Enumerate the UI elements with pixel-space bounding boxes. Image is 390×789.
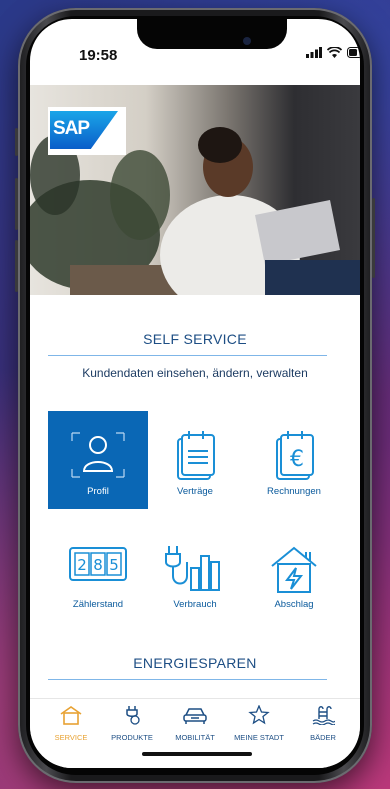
tab-label: BÄDER xyxy=(310,733,336,742)
volume-down-button xyxy=(15,240,18,292)
pool-icon xyxy=(312,706,336,726)
tab-label: MOBILITÄT xyxy=(175,733,215,742)
svg-text:8: 8 xyxy=(93,556,103,574)
tab-baeder[interactable]: BÄDER xyxy=(292,705,354,742)
signal-icon xyxy=(306,47,322,58)
hero-image: SAP xyxy=(30,85,360,295)
tile-label: Profil xyxy=(87,486,109,497)
volume-up-button xyxy=(15,178,18,230)
meter-counter-icon: 2 8 5 xyxy=(69,547,127,581)
divider xyxy=(48,355,327,356)
tile-label: Abschlag xyxy=(274,599,314,610)
app-screen: 19:58 SAP SELF SERVICE Kundendaten einse… xyxy=(30,19,360,768)
power-button xyxy=(372,198,375,278)
status-time: 19:58 xyxy=(79,47,118,64)
tile-verbrauch[interactable]: Verbrauch xyxy=(145,524,245,622)
camera xyxy=(243,37,251,45)
svg-text:5: 5 xyxy=(109,556,119,574)
tab-meine-stadt[interactable]: MEINE STADT xyxy=(228,704,290,742)
status-icons xyxy=(306,47,360,58)
contract-document-icon xyxy=(177,431,215,480)
notch xyxy=(137,19,287,49)
tab-label: PRODUKTE xyxy=(111,733,153,742)
sap-logo: SAP xyxy=(48,107,126,155)
tab-mobilitaet[interactable]: MOBILITÄT xyxy=(164,705,226,742)
house-energy-icon xyxy=(271,546,317,593)
tab-label: SERVICE xyxy=(54,733,88,742)
plug-consumption-icon xyxy=(165,546,220,591)
tile-vertraege[interactable]: Verträge xyxy=(145,411,245,509)
tab-produkte[interactable]: PRODUKTE xyxy=(101,705,163,742)
svg-text:€: € xyxy=(290,447,304,472)
mute-switch xyxy=(15,128,18,156)
tile-rechnungen[interactable]: € Rechnungen xyxy=(244,411,344,509)
home-indicator[interactable] xyxy=(142,752,252,756)
user-icon xyxy=(71,432,125,478)
tile-label: Zählerstand xyxy=(72,599,124,610)
tile-profil[interactable]: Profil xyxy=(48,411,148,509)
tile-zaehlerstand[interactable]: 2 8 5 Zählerstand xyxy=(48,524,148,622)
house-icon xyxy=(60,706,82,725)
tile-abschlag[interactable]: Abschlag xyxy=(244,524,344,622)
self-service-title: SELF SERVICE xyxy=(143,331,247,347)
tile-label: Verträge xyxy=(177,486,213,497)
bottom-tab-bar: SERVICE PRODUKTE MOBILITÄT MEINE STADT B… xyxy=(30,698,360,768)
tab-service[interactable]: SERVICE xyxy=(40,705,102,742)
divider xyxy=(48,679,327,680)
tile-label: Verbrauch xyxy=(173,599,217,610)
tile-label: Rechnungen xyxy=(267,486,321,497)
plug-icon xyxy=(126,706,140,725)
self-service-subtitle: Kundendaten einsehen, ändern, verwalten xyxy=(82,366,308,380)
car-icon xyxy=(183,708,207,724)
energiesparen-title: ENERGIESPAREN xyxy=(133,655,257,671)
svg-text:2: 2 xyxy=(77,556,87,574)
battery-icon xyxy=(347,47,360,58)
star-icon xyxy=(248,704,270,725)
invoice-euro-icon: € xyxy=(276,431,314,480)
wifi-icon xyxy=(327,47,342,58)
tab-label: MEINE STADT xyxy=(234,733,284,742)
